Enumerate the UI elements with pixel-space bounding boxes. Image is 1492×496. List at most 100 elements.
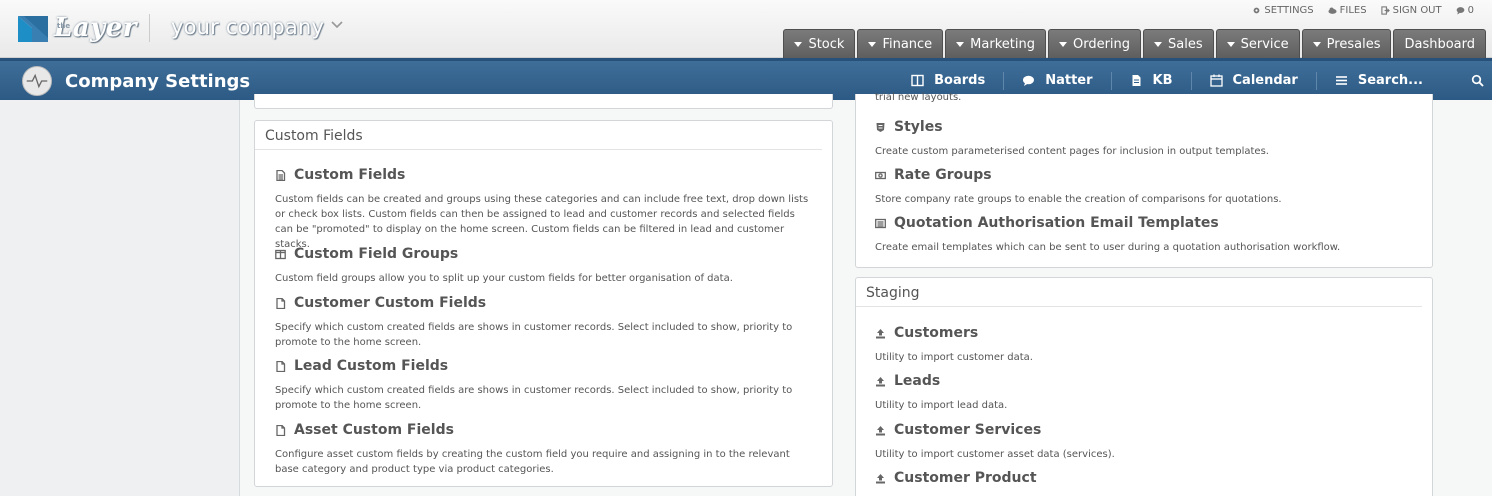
tab-finance[interactable]: Finance <box>857 29 944 58</box>
company-name[interactable]: your company <box>171 15 324 39</box>
document-icon <box>276 297 286 309</box>
item-title: Customer Services <box>894 422 1042 438</box>
document-icon <box>276 424 286 436</box>
search-menu[interactable]: Search... <box>1317 70 1441 92</box>
money-icon <box>875 171 886 179</box>
custom-fields-panel: Custom Fields Custom Fields Custom field… <box>254 120 833 487</box>
cloud-icon <box>1328 7 1337 14</box>
tab-presales[interactable]: Presales <box>1301 29 1392 58</box>
setting-item-styles: Styles Create custom parameterised conte… <box>856 119 1432 159</box>
caret-down-icon <box>956 41 965 47</box>
upload-icon <box>876 473 885 483</box>
upload-icon <box>876 328 885 338</box>
natter-link[interactable]: Natter <box>1004 70 1110 92</box>
speech-bubble-icon <box>1023 75 1035 86</box>
item-description: Create custom parameterised content page… <box>875 146 1269 157</box>
setting-item-customer-custom-fields: Customer Custom Fields Specify which cus… <box>255 295 832 350</box>
item-header[interactable]: Custom Fields <box>275 167 812 183</box>
caret-down-icon <box>1226 41 1235 47</box>
top-header: the Layer your company SETTINGS FILES SI… <box>0 0 1492 58</box>
tab-ordering[interactable]: Ordering <box>1047 29 1142 58</box>
list-icon <box>875 218 886 228</box>
boards-link[interactable]: Boards <box>893 70 1003 92</box>
logo-mark-icon <box>18 16 48 42</box>
item-header[interactable]: Custom Field Groups <box>275 246 812 262</box>
item-title: Rate Groups <box>894 167 992 183</box>
item-description: Specify which custom created fields are … <box>275 385 793 411</box>
item-header[interactable]: Styles <box>875 119 1413 135</box>
kb-label: KB <box>1152 73 1173 88</box>
item-header[interactable]: Rate Groups <box>875 167 1413 183</box>
page-title: Company Settings <box>65 71 251 92</box>
main-nav-tabs: Stock Finance Marketing Ordering Sales S… <box>783 29 1486 58</box>
setting-item-asset-custom-fields: Asset Custom Fields Configure asset cust… <box>255 422 832 477</box>
item-description: Configure asset custom fields by creatin… <box>275 449 790 475</box>
chevron-down-icon[interactable] <box>330 18 344 32</box>
sign-out-link-label: SIGN OUT <box>1392 5 1442 16</box>
caret-down-icon <box>1058 41 1067 47</box>
upload-icon <box>876 425 885 435</box>
item-title: Custom Fields <box>294 167 406 183</box>
tab-service[interactable]: Service <box>1215 29 1300 58</box>
templates-panel: trial new layouts. Styles Create custom … <box>855 92 1433 268</box>
setting-item-custom-fields: Custom Fields Custom fields can be creat… <box>255 167 832 252</box>
item-description: Custom fields can be created and groups … <box>275 194 809 250</box>
sign-out-icon <box>1380 6 1390 15</box>
setting-item-customer-services: Customer Services Utility to import cust… <box>856 422 1432 462</box>
panel-title: Staging <box>856 278 1422 307</box>
upload-icon <box>876 376 885 386</box>
document-icon <box>1132 75 1141 86</box>
item-header[interactable]: Quotation Authorisation Email Templates <box>875 215 1413 231</box>
setting-item-rate-groups: Rate Groups Store company rate groups to… <box>856 167 1432 207</box>
item-header[interactable]: Leads <box>875 373 1413 389</box>
item-header[interactable]: Lead Custom Fields <box>275 358 812 374</box>
css-icon <box>876 122 885 132</box>
boards-label: Boards <box>934 73 986 88</box>
tab-stock[interactable]: Stock <box>783 29 856 58</box>
caret-down-icon <box>1154 41 1163 47</box>
item-title: Leads <box>894 373 941 389</box>
item-header[interactable]: Asset Custom Fields <box>275 422 812 438</box>
item-header[interactable]: Customer Product <box>875 470 1413 486</box>
left-sidebar <box>0 100 240 496</box>
document-icon <box>276 360 286 372</box>
company-logo[interactable]: the Layer <box>18 12 150 44</box>
item-title: Customer Custom Fields <box>294 295 487 311</box>
search-label: Search... <box>1357 73 1423 88</box>
menu-icon <box>1335 76 1347 85</box>
kb-link[interactable]: KB <box>1112 70 1191 92</box>
settings-link[interactable]: SETTINGS <box>1252 5 1314 16</box>
settings-link-label: SETTINGS <box>1264 5 1314 16</box>
item-description: trial new layouts. <box>875 92 962 103</box>
item-title: Custom Field Groups <box>294 246 459 262</box>
calendar-link[interactable]: Calendar <box>1192 70 1316 92</box>
main-content: Custom Fields Custom Fields Custom field… <box>240 92 1492 496</box>
item-description: Utility to import customer asset data (s… <box>875 449 1115 460</box>
caret-down-icon <box>868 41 877 47</box>
item-description: Store company rate groups to enable the … <box>875 194 1282 205</box>
tab-finance-label: Finance <box>882 36 933 52</box>
item-description: Specify which custom created fields are … <box>275 322 793 348</box>
item-description: Utility to import customer data. <box>875 352 1033 363</box>
tab-presales-label: Presales <box>1326 36 1381 52</box>
tab-marketing[interactable]: Marketing <box>945 29 1046 58</box>
sign-out-link[interactable]: SIGN OUT <box>1380 5 1442 16</box>
item-header[interactable]: Customer Services <box>875 422 1413 438</box>
caret-down-icon <box>794 41 803 47</box>
item-description: Custom field groups allow you to split u… <box>275 273 733 284</box>
tab-sales[interactable]: Sales <box>1143 29 1214 58</box>
item-header[interactable]: Customers <box>875 325 1413 341</box>
item-title: Quotation Authorisation Email Templates <box>894 215 1219 231</box>
tab-dashboard-label: Dashboard <box>1404 36 1475 52</box>
tab-dashboard[interactable]: Dashboard <box>1393 29 1486 58</box>
setting-item-customer-product: Customer Product <box>856 470 1432 486</box>
tab-marketing-label: Marketing <box>970 36 1035 52</box>
messages-link[interactable]: 0 <box>1456 5 1474 16</box>
columns-icon <box>275 249 286 259</box>
item-title: Asset Custom Fields <box>294 422 454 438</box>
item-header[interactable]: Customer Custom Fields <box>275 295 812 311</box>
activity-pulse-icon[interactable] <box>22 66 52 96</box>
search-button[interactable] <box>1441 70 1492 92</box>
files-link[interactable]: FILES <box>1328 5 1367 16</box>
item-title: Customers <box>894 325 979 341</box>
